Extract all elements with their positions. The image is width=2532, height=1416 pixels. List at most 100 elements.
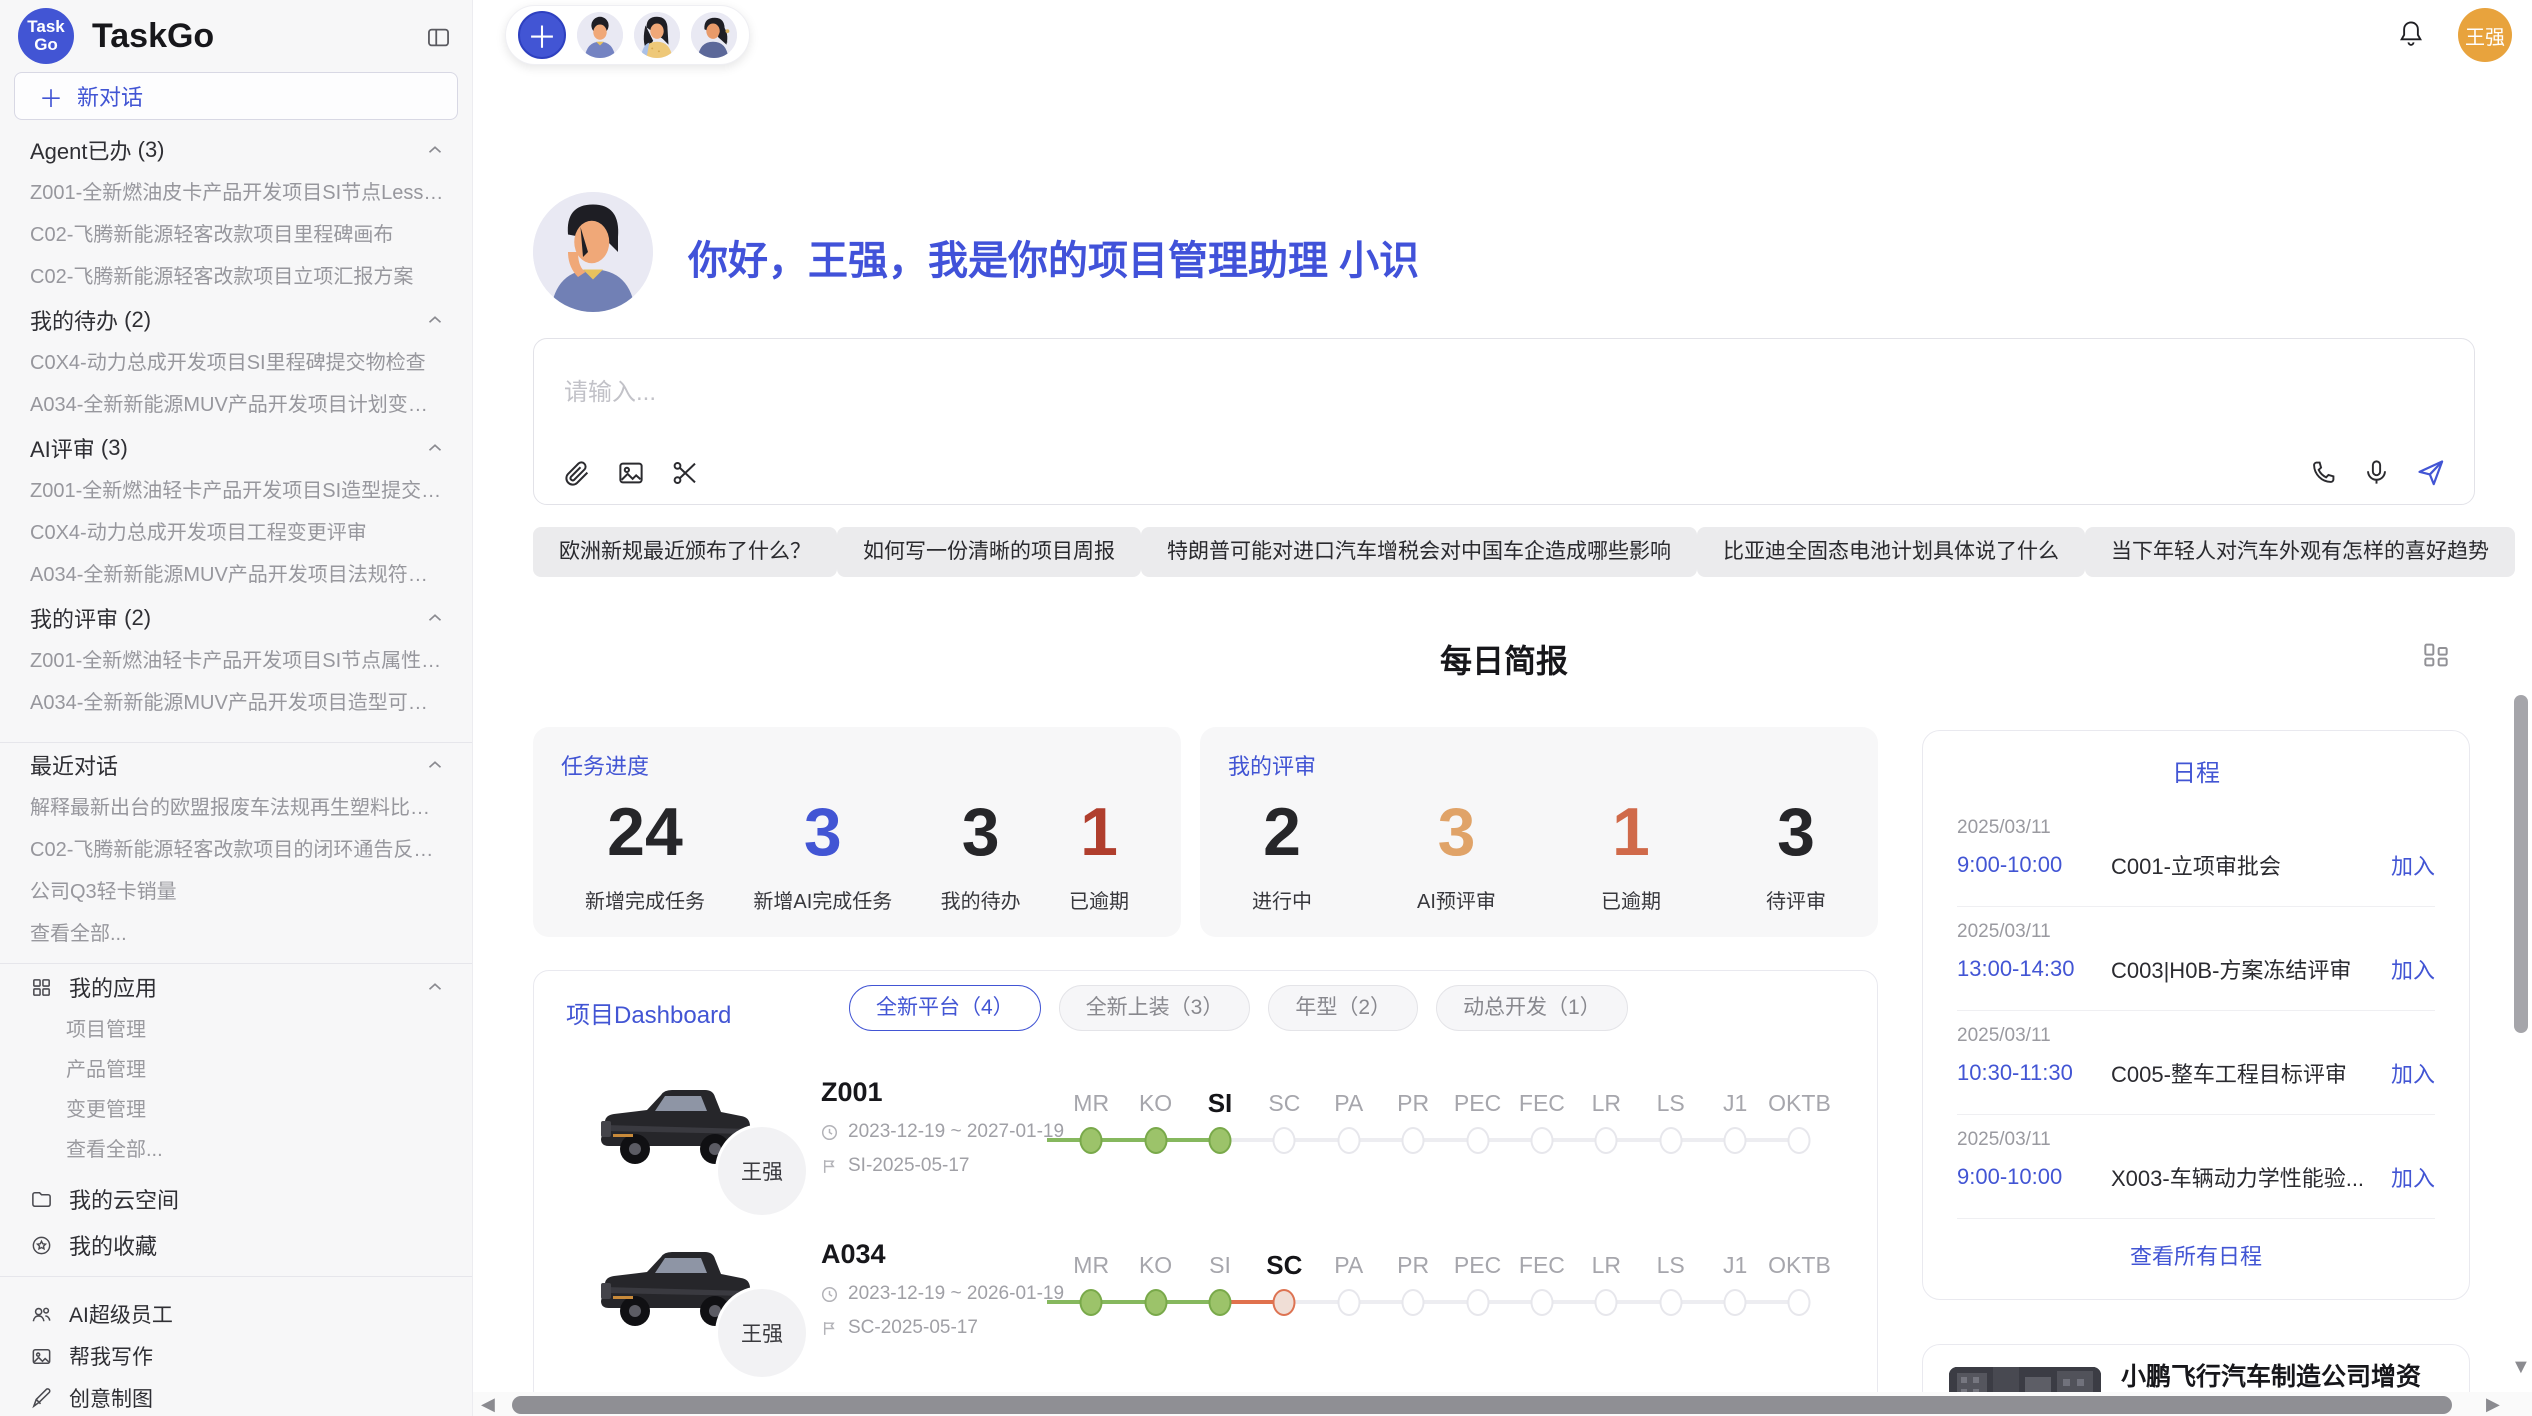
- agent-avatar[interactable]: [634, 12, 680, 58]
- sidebar-conversation-item[interactable]: C02-飞腾新能源轻客改款项目里程碑画布: [0, 214, 472, 256]
- section-my-todo[interactable]: 我的待办 (2): [0, 298, 472, 342]
- milestone-dot: [1595, 1127, 1618, 1154]
- section-agent-done[interactable]: Agent已办 (3): [0, 128, 472, 172]
- sidebar-conversation-item[interactable]: C02-飞腾新能源轻客改款项目立项汇报方案: [0, 256, 472, 298]
- vertical-scrollbar-thumb[interactable]: [2514, 695, 2528, 1033]
- sidebar-conversation-item[interactable]: 解释最新出台的欧盟报废车法规再生塑料比例被调至15%...: [0, 787, 472, 829]
- app-title: TaskGo: [92, 17, 214, 56]
- join-link[interactable]: 加入: [2391, 953, 2435, 985]
- collapse-sidebar-icon[interactable]: [425, 24, 452, 51]
- milestone-label: LR: [1574, 1085, 1638, 1121]
- tool-label: 创意制图: [69, 1383, 153, 1413]
- join-link[interactable]: 加入: [2391, 849, 2435, 881]
- project-row[interactable]: 王强 Z001 2023-12-19 ~ 2027-01-19 SI-2025-…: [534, 1071, 1877, 1233]
- add-agent-button[interactable]: ＋: [518, 11, 566, 59]
- app-item-change-mgmt[interactable]: 变更管理: [0, 1090, 472, 1130]
- suggestion-chip[interactable]: 比亚迪全固态电池计划具体说了什么: [1697, 527, 2085, 577]
- notifications-bell-icon[interactable]: [2396, 18, 2426, 48]
- schedule-date: 2025/03/11: [1957, 1129, 2435, 1151]
- suggestion-chip[interactable]: 特朗普可能对进口汽车增税会对中国车企造成哪些影响: [1141, 527, 1697, 577]
- stat: 3待评审: [1766, 789, 1826, 914]
- my-apps-label: 我的应用: [69, 971, 157, 1003]
- sidebar-conversation-item[interactable]: C0X4-动力总成开发项目SI里程碑提交物检查: [0, 342, 472, 384]
- image-upload-icon[interactable]: [616, 458, 646, 488]
- chevron-up-icon[interactable]: [424, 309, 446, 331]
- tool-help-me-write[interactable]: 帮我写作: [0, 1335, 472, 1377]
- my-cloud-row[interactable]: 我的云空间: [0, 1176, 472, 1222]
- my-apps-row[interactable]: 我的应用: [0, 964, 472, 1010]
- schedule-card: 日程 2025/03/11 9:00-10:00 C001-立项审批会 加入 2…: [1922, 730, 2470, 1300]
- chevron-up-icon[interactable]: [424, 437, 446, 459]
- agent-avatar[interactable]: [577, 12, 623, 58]
- sidebar-conversation-item[interactable]: C0X4-动力总成开发项目工程变更评审: [0, 512, 472, 554]
- new-chat-button[interactable]: ＋ 新对话: [14, 72, 458, 120]
- milestone-dot: [1724, 1289, 1747, 1316]
- join-link[interactable]: 加入: [2391, 1161, 2435, 1193]
- horizontal-scrollbar-thumb[interactable]: [512, 1396, 2452, 1414]
- sidebar-conversation-item[interactable]: A034-全新新能源MUV产品开发项目计划变更表编写: [0, 384, 472, 426]
- phone-icon[interactable]: [2309, 458, 2338, 487]
- view-all-conversations[interactable]: 查看全部...: [0, 913, 472, 955]
- sidebar-conversation-item[interactable]: A034-全新新能源MUV产品开发项目造型可行性评审: [0, 682, 472, 724]
- milestone-label: SI: [1188, 1085, 1252, 1121]
- sidebar-conversation-item[interactable]: 公司Q3轻卡销量: [0, 871, 472, 913]
- scroll-left-arrow[interactable]: ◀: [481, 1394, 495, 1415]
- suggestion-chip[interactable]: 如何写一份清晰的项目周报: [837, 527, 1141, 577]
- scroll-down-arrow[interactable]: ▼: [2511, 1356, 2531, 1379]
- section-my-review[interactable]: 我的评审 (2): [0, 596, 472, 640]
- milestone-dot: [1466, 1289, 1489, 1316]
- chevron-up-icon[interactable]: [424, 976, 446, 998]
- schedule-time: 9:00-10:00: [1957, 852, 2111, 878]
- chevron-up-icon[interactable]: [424, 607, 446, 629]
- milestone-dot: [1530, 1289, 1553, 1316]
- chevron-up-icon[interactable]: [424, 754, 446, 776]
- tab-new-body[interactable]: 全新上装（3）: [1059, 985, 1251, 1031]
- milestone: PEC: [1445, 1247, 1509, 1323]
- briefing-layout-icon[interactable]: [2420, 640, 2452, 672]
- sidebar-conversation-item[interactable]: Z001-全新燃油轻卡产品开发项目SI节点属性5D文件评审: [0, 640, 472, 682]
- section-title: AI评审: [30, 432, 95, 464]
- project-row[interactable]: 王强 A034 2023-12-19 ~ 2026-01-19 SC-2025-…: [534, 1233, 1877, 1395]
- tool-ai-super-staff[interactable]: AI超级员工: [0, 1293, 472, 1335]
- scissors-icon[interactable]: [670, 458, 700, 488]
- scroll-right-arrow[interactable]: ▶: [2486, 1394, 2500, 1415]
- app-item-product-mgmt[interactable]: 产品管理: [0, 1050, 472, 1090]
- dashboard-tabs: 全新平台（4） 全新上装（3） 年型（2） 动总开发（1）: [849, 985, 1628, 1031]
- logo-line2: Go: [34, 36, 58, 54]
- tool-label: 帮我写作: [69, 1341, 153, 1371]
- tool-label: AI超级员工: [69, 1299, 173, 1329]
- tab-powertrain[interactable]: 动总开发（1）: [1436, 985, 1628, 1031]
- join-link[interactable]: 加入: [2391, 1057, 2435, 1089]
- sidebar-conversation-item[interactable]: C02-飞腾新能源轻客改款项目的闭环通告反馈情况: [0, 829, 472, 871]
- my-favorites-row[interactable]: 我的收藏: [0, 1222, 472, 1268]
- send-icon[interactable]: [2415, 457, 2446, 488]
- chevron-up-icon[interactable]: [424, 139, 446, 161]
- tab-model-year[interactable]: 年型（2）: [1268, 985, 1418, 1031]
- milestone-dot: [1273, 1289, 1296, 1316]
- owner-name: 王强: [741, 1156, 783, 1186]
- chat-input[interactable]: [564, 379, 1764, 407]
- section-recent-chats[interactable]: 最近对话: [0, 743, 472, 787]
- section-title: 最近对话: [30, 749, 118, 781]
- tab-new-platform[interactable]: 全新平台（4）: [849, 985, 1041, 1031]
- suggestion-chip[interactable]: 欧洲新规最近颁布了什么？: [533, 527, 837, 577]
- schedule-date: 2025/03/11: [1957, 921, 2435, 943]
- suggestion-chip[interactable]: 当下年轻人对汽车外观有怎样的喜好趋势: [2085, 527, 2515, 577]
- tool-creative-drawing[interactable]: 创意制图: [0, 1377, 472, 1416]
- microphone-icon[interactable]: [2362, 458, 2391, 487]
- user-avatar[interactable]: 王强: [2458, 8, 2512, 62]
- my-favorites-label: 我的收藏: [69, 1229, 157, 1261]
- section-ai-review[interactable]: AI评审 (3): [0, 426, 472, 470]
- sidebar-conversation-item[interactable]: A034-全新新能源MUV产品开发项目法规符合性评审: [0, 554, 472, 596]
- sidebar-list: Agent已办 (3) Z001-全新燃油皮卡产品开发项目SI节点Lesson …: [0, 120, 472, 1416]
- sidebar-conversation-item[interactable]: Z001-全新燃油轻卡产品开发项目SI造型提交物评审: [0, 470, 472, 512]
- view-all-schedule-link[interactable]: 查看所有日程: [1923, 1239, 2469, 1271]
- agent-avatar[interactable]: [691, 12, 737, 58]
- app-item-project-mgmt[interactable]: 项目管理: [0, 1010, 472, 1050]
- stat-value: 2: [1252, 789, 1312, 875]
- attach-icon[interactable]: [562, 458, 592, 488]
- milestone-label: SC: [1252, 1247, 1316, 1283]
- milestone: LR: [1574, 1085, 1638, 1161]
- sidebar-conversation-item[interactable]: Z001-全新燃油皮卡产品开发项目SI节点Lesson Learn报告: [0, 172, 472, 214]
- view-all-apps[interactable]: 查看全部...: [0, 1130, 472, 1170]
